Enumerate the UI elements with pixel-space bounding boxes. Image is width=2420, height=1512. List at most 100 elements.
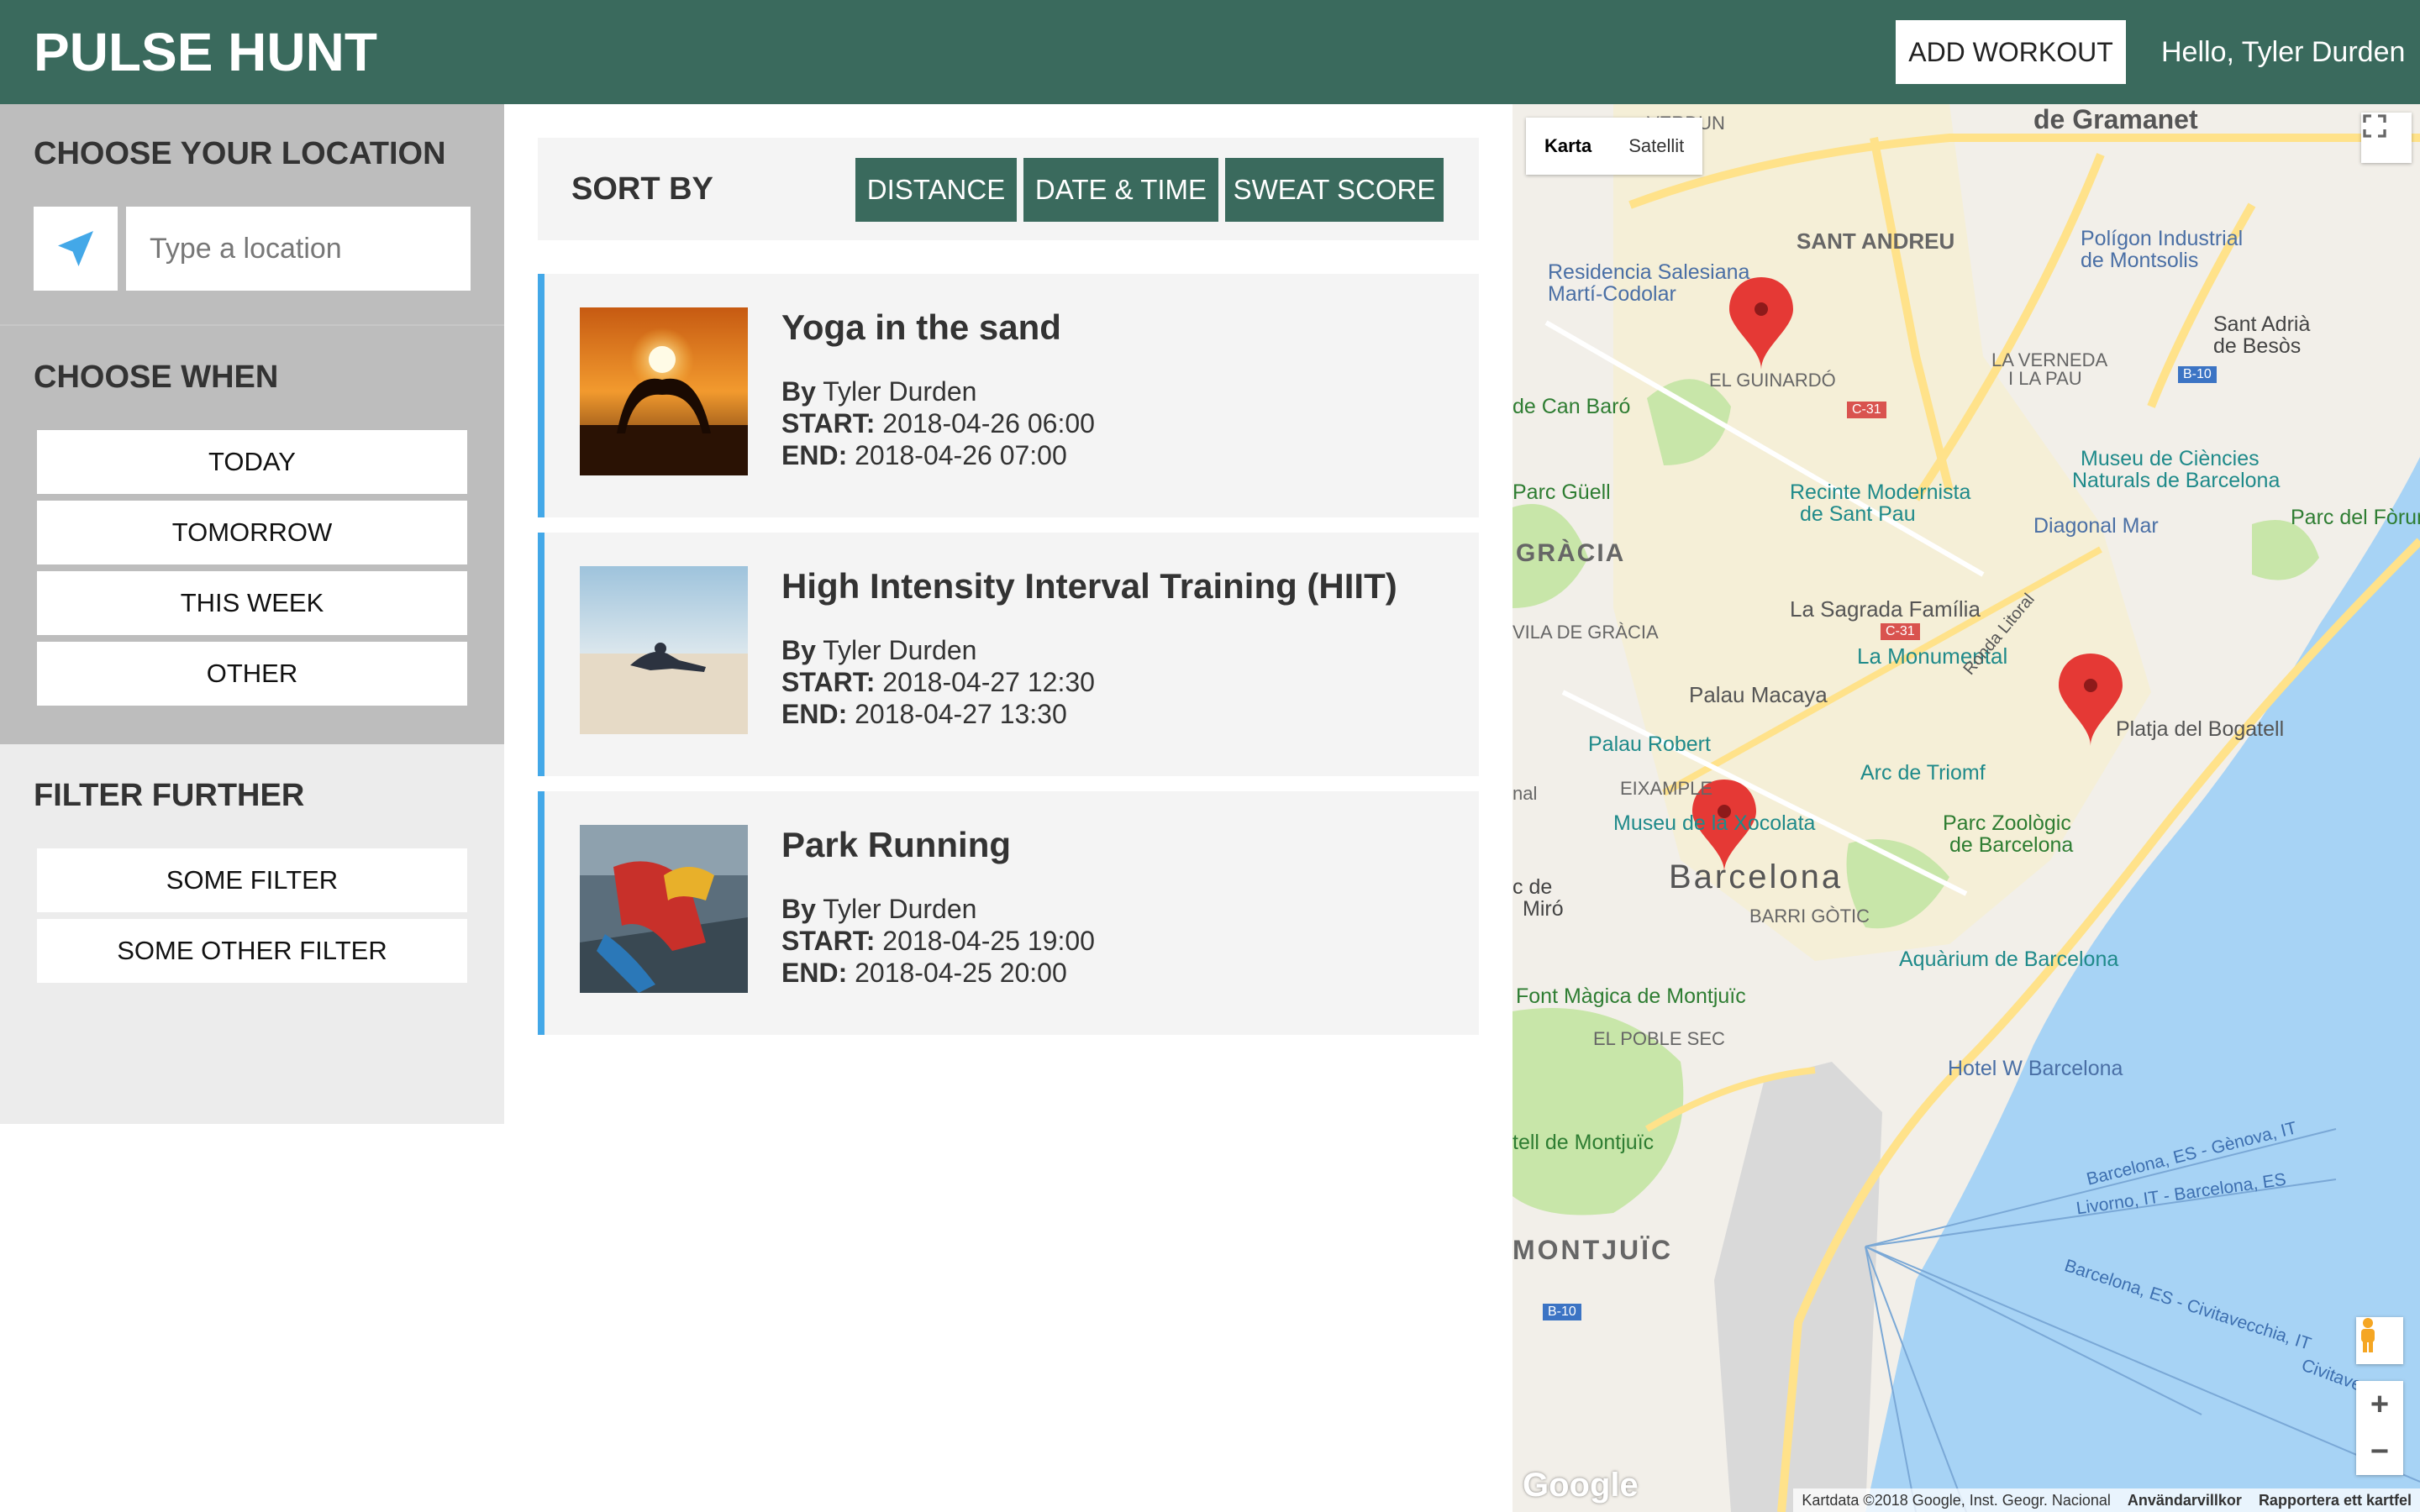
map-label: GRÀCIA — [1516, 539, 1626, 567]
map-attribution: Kartdata ©2018 Google, Inst. Geogr. Naci… — [1793, 1488, 2420, 1512]
start-label: START: — [781, 926, 876, 956]
some-filter-button[interactable]: SOME FILTER — [37, 848, 467, 912]
some-other-filter-button[interactable]: SOME OTHER FILTER — [37, 919, 467, 983]
map-label: EL GUINARDÓ — [1709, 370, 1836, 391]
road-shield: C-31 — [1847, 402, 1886, 418]
map-type-satellite-button[interactable]: Satellit — [1610, 118, 1702, 175]
fullscreen-icon — [2363, 114, 2386, 138]
map-label: Sant Adrià — [2213, 312, 2311, 336]
map-label: Diagonal Mar — [2033, 514, 2159, 538]
map-label: de Sant Pau — [1800, 502, 1916, 526]
author-label: By — [781, 894, 816, 924]
sort-sweat-score-button[interactable]: SWEAT SCORE — [1225, 158, 1444, 222]
map-label: Residencia Salesiana — [1548, 260, 1750, 284]
map-label: SANT ANDREU — [1797, 228, 1955, 254]
start-label: START: — [781, 408, 876, 438]
start-value: 2018-04-27 12:30 — [882, 667, 1095, 697]
app-logo[interactable]: PULSE HUNT — [34, 22, 377, 82]
app-header: PULSE HUNT ADD WORKOUT Hello, Tyler Durd… — [0, 0, 2420, 104]
when-tomorrow-button[interactable]: TOMORROW — [37, 501, 467, 564]
terms-of-use-link[interactable]: Användarvillkor — [2119, 1492, 2250, 1509]
workout-end: END: 2018-04-27 13:30 — [781, 699, 1067, 730]
workout-end: END: 2018-04-26 07:00 — [781, 440, 1067, 471]
map-label: de Can Baró — [1512, 395, 1631, 418]
filter-panel-title: FILTER FURTHER — [34, 778, 305, 813]
map-label: Palau Macaya — [1689, 682, 1828, 707]
location-panel-title: CHOOSE YOUR LOCATION — [34, 136, 446, 171]
map-label: VILA DE GRÀCIA — [1512, 622, 1659, 643]
location-panel: CHOOSE YOUR LOCATION — [0, 104, 504, 324]
when-panel-title: CHOOSE WHEN — [34, 360, 279, 395]
workout-card[interactable]: High Intensity Interval Training (HIIT) … — [538, 533, 1479, 776]
workout-thumbnail-yoga — [580, 307, 748, 475]
street-view-button[interactable] — [2356, 1317, 2403, 1364]
road-shield: B-10 — [1543, 1304, 1581, 1320]
map-label: Museu de Ciències — [2081, 447, 2260, 470]
map-label: Recinte Modernista — [1790, 480, 1971, 504]
map-label: MONTJUÏC — [1512, 1235, 1674, 1265]
map-type-map-button[interactable]: Karta — [1526, 118, 1610, 175]
workout-thumbnail-running — [580, 825, 748, 993]
map-label: tell de Montjuïc — [1512, 1131, 1655, 1154]
map-label: Arc de Triomf — [1860, 761, 1986, 785]
map-label: Miró — [1523, 897, 1564, 921]
workout-map[interactable]: de Gramanet VERDUN SANT ANDREU Polígon I… — [1512, 104, 2420, 1512]
workout-title[interactable]: Yoga in the sand — [781, 307, 1061, 348]
map-label: Barcelona — [1669, 858, 1844, 895]
use-current-location-button[interactable] — [34, 207, 118, 291]
map-label: Platja del Bogatell — [2116, 717, 2285, 741]
workout-card[interactable]: Park Running By Tyler Durden START: 2018… — [538, 791, 1479, 1035]
add-workout-button[interactable]: ADD WORKOUT — [1896, 20, 2126, 84]
pegman-icon — [2361, 1318, 2375, 1352]
map-label: BARRI GÒTIC — [1749, 906, 1870, 927]
when-other-button[interactable]: OTHER — [37, 642, 467, 706]
author-name: Tyler Durden — [823, 376, 977, 407]
road-shield: C-31 — [1881, 623, 1920, 640]
report-map-error-link[interactable]: Rapportera ett kartfel — [2250, 1492, 2420, 1509]
map-label: Naturals de Barcelona — [2072, 469, 2281, 492]
workout-title[interactable]: Park Running — [781, 825, 1011, 865]
user-greeting[interactable]: Hello, Tyler Durden — [2161, 34, 2405, 71]
author-label: By — [781, 635, 816, 665]
map-label: Hotel W Barcelona — [1948, 1057, 2123, 1080]
map-label: Parc del Fòrum — [2291, 506, 2420, 529]
workout-author: By Tyler Durden — [781, 635, 976, 666]
fullscreen-button[interactable] — [2361, 113, 2412, 163]
workout-card[interactable]: Yoga in the sand By Tyler Durden START: … — [538, 274, 1479, 517]
end-label: END: — [781, 958, 848, 988]
zoom-in-button[interactable]: + — [2356, 1381, 2403, 1428]
map-label: I LA PAU — [2008, 368, 2082, 389]
map-label: Museu de la Xocolata — [1613, 811, 1816, 835]
map-label: Palau Robert — [1588, 732, 1711, 756]
location-input[interactable] — [126, 207, 471, 291]
workout-end: END: 2018-04-25 20:00 — [781, 958, 1067, 989]
map-label: de Montsolis — [2081, 249, 2199, 272]
zoom-controls: + − — [2356, 1381, 2403, 1475]
map-data-credit: Kartdata ©2018 Google, Inst. Geogr. Naci… — [1802, 1491, 2111, 1509]
workout-list-area: SORT BY DISTANCE DATE & TIME SWEAT SCORE — [504, 104, 1512, 1512]
map-type-toggle: Karta Satellit — [1526, 118, 1703, 175]
end-value: 2018-04-25 20:00 — [855, 958, 1067, 988]
sort-date-time-button[interactable]: DATE & TIME — [1023, 158, 1218, 222]
road-shield: B-10 — [2178, 366, 2217, 383]
sort-distance-button[interactable]: DISTANCE — [855, 158, 1017, 222]
google-logo: Google — [1523, 1467, 1639, 1504]
when-panel: CHOOSE WHEN TODAY TOMORROW THIS WEEK OTH… — [0, 324, 504, 744]
workout-start: START: 2018-04-26 06:00 — [781, 408, 1095, 439]
when-this-week-button[interactable]: THIS WEEK — [37, 571, 467, 635]
start-value: 2018-04-26 06:00 — [882, 408, 1095, 438]
end-label: END: — [781, 699, 848, 729]
when-today-button[interactable]: TODAY — [37, 430, 467, 494]
workout-title[interactable]: High Intensity Interval Training (HIIT) — [781, 566, 1397, 606]
map-label: de Gramanet — [2033, 104, 2198, 134]
map-label: Parc Güell — [1512, 480, 1611, 504]
workout-start: START: 2018-04-27 12:30 — [781, 667, 1095, 698]
workout-author: By Tyler Durden — [781, 376, 976, 407]
start-value: 2018-04-25 19:00 — [882, 926, 1095, 956]
zoom-out-button[interactable]: − — [2356, 1428, 2403, 1475]
map-label: Polígon Industrial — [2081, 227, 2244, 250]
map-label: de Barcelona — [1949, 833, 2074, 857]
filter-panel: FILTER FURTHER SOME FILTER SOME OTHER FI… — [0, 744, 504, 1124]
end-value: 2018-04-27 13:30 — [855, 699, 1067, 729]
sort-bar: SORT BY DISTANCE DATE & TIME SWEAT SCORE — [538, 138, 1479, 240]
